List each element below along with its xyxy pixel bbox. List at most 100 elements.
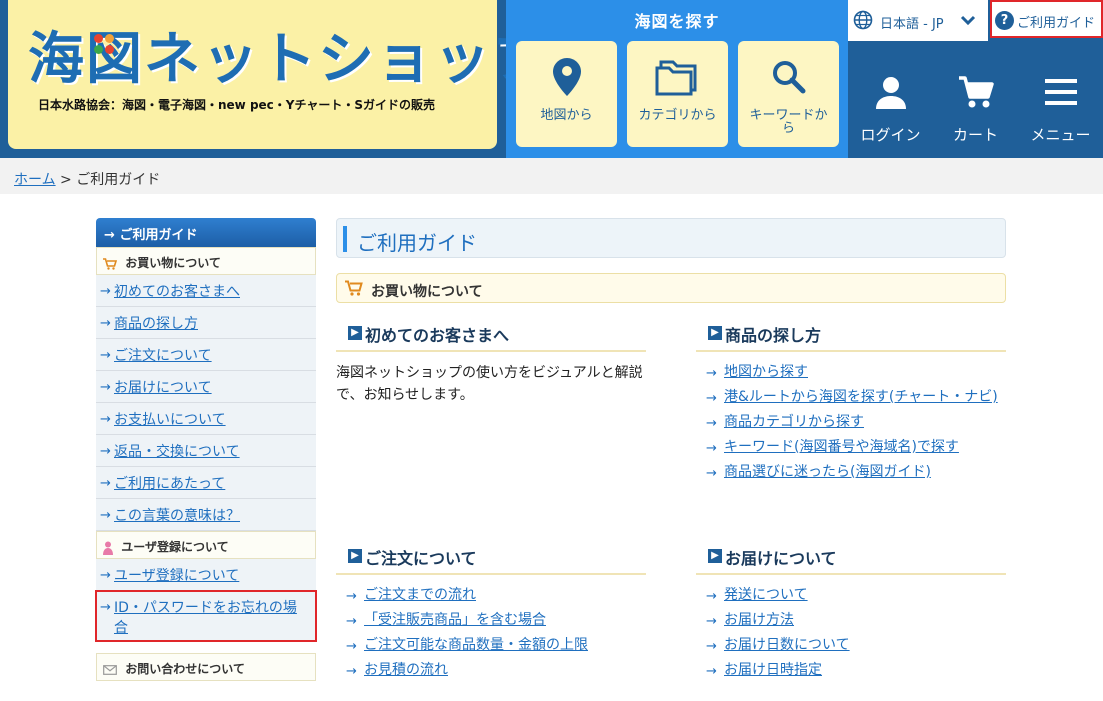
link-text: 港&ルートから海図を探す(チャート・ナビ)	[724, 389, 998, 405]
sidebar-item-payment[interactable]: → お支払いについて	[96, 403, 316, 435]
link-text: キーワード(海図番号や海域名)で探す	[724, 439, 959, 455]
page-title-text: ご利用ガイド	[357, 231, 477, 255]
block-first-time: ▶ 初めてのお客さまへ 海図ネットショップの使い方をビジュアルと解説で、お知らせ…	[336, 318, 646, 406]
search-by-map-button[interactable]: 地図から	[516, 41, 617, 147]
link-quote-flow[interactable]: → お見積の流れ	[336, 660, 646, 681]
arrow-right-icon: ▶	[708, 549, 722, 563]
link-text: 「受注販売商品」を含む場合	[364, 612, 546, 628]
person-icon	[103, 541, 113, 555]
block-heading[interactable]: ▶ 商品の探し方	[696, 318, 1006, 352]
sidebar-title-text: ご利用ガイド	[119, 228, 198, 243]
arrow-right-icon: →	[346, 639, 357, 654]
block-heading[interactable]: ▶ お届けについて	[696, 541, 1006, 575]
search-by-keyword-label: キーワードから	[749, 108, 828, 136]
link-chart-guide[interactable]: → 商品選びに迷ったら(海図ガイド)	[696, 462, 1006, 483]
sidebar-item-find-products[interactable]: → 商品の探し方	[96, 307, 316, 339]
cart-button[interactable]: カート	[933, 70, 1018, 150]
link-made-to-order[interactable]: → 「受注販売商品」を含む場合	[336, 610, 646, 631]
sidebar-item-label: ご注文について	[114, 348, 212, 364]
language-label: 日本語 - JP	[880, 17, 944, 32]
mail-icon	[103, 664, 117, 675]
arrow-right-icon: →	[346, 589, 357, 604]
language-selector[interactable]: 日本語 - JP	[848, 0, 988, 41]
sidebar-item-forgot-password[interactable]: → ID・パスワードをお忘れの場合	[95, 590, 317, 642]
block-heading-text: お届けについて	[725, 549, 837, 568]
arrow-right-icon: →	[706, 664, 717, 679]
sidebar-item-first-time[interactable]: → 初めてのお客さまへ	[96, 275, 316, 307]
link-shipping[interactable]: → 発送について	[696, 585, 1006, 606]
search-area: 海図を探す 地図から カテゴリから キーワードから	[506, 0, 848, 158]
breadcrumb-home[interactable]: ホーム	[14, 172, 56, 188]
link-order-limits[interactable]: → ご注文可能な商品数量・金額の上限	[336, 635, 646, 656]
site-logo[interactable]: 海図ネットショップ 日本水路協会：海図・電子海図・new pec・Yチャート・S…	[8, 0, 548, 149]
search-by-category-label: カテゴリから	[638, 108, 717, 123]
arrow-right-icon: ▶	[348, 326, 362, 340]
link-text: 商品カテゴリから探す	[724, 414, 864, 430]
block-heading[interactable]: ▶ 初めてのお客さまへ	[336, 318, 646, 352]
link-text: お届け日数について	[724, 637, 850, 653]
arrow-right-icon: →	[706, 366, 717, 381]
link-order-flow[interactable]: → ご注文までの流れ	[336, 585, 646, 606]
link-text: ご注文可能な商品数量・金額の上限	[364, 637, 588, 653]
map-pin-icon	[516, 55, 617, 99]
sidebar: → ご利用ガイド お買い物について → 初めてのお客さまへ → 商品の探し方 → ご注…	[95, 218, 317, 681]
folder-icon	[627, 55, 728, 99]
link-category-search[interactable]: → 商品カテゴリから探す	[696, 412, 1006, 433]
link-map-search[interactable]: → 地図から探す	[696, 362, 1006, 383]
arrow-right-icon: →	[104, 228, 115, 243]
sidebar-item-label: この言葉の意味は？	[114, 508, 240, 524]
cart-icon	[933, 70, 1018, 114]
sidebar-section-label: お買い物について	[125, 256, 221, 270]
arrow-right-icon: →	[706, 391, 717, 406]
breadcrumb-current: ご利用ガイド	[76, 172, 161, 188]
link-text: ご注文までの流れ	[364, 587, 476, 603]
help-icon: ?	[995, 11, 1014, 30]
sidebar-item-returns[interactable]: → 返品・交換について	[96, 435, 316, 467]
menu-button[interactable]: メニュー	[1018, 70, 1103, 150]
search-by-category-button[interactable]: カテゴリから	[627, 41, 728, 147]
link-delivery-method[interactable]: → お届け方法	[696, 610, 1006, 631]
block-find-products: ▶ 商品の探し方 → 地図から探す → 港&ルートから海図を探す(チャート・ナビ) …	[696, 318, 1006, 487]
arrow-right-icon: →	[100, 444, 111, 459]
login-button[interactable]: ログイン	[848, 70, 933, 150]
breadcrumb: ホーム > ご利用ガイド	[0, 158, 1103, 194]
sidebar-title[interactable]: → ご利用ガイド	[96, 218, 316, 247]
link-keyword-search[interactable]: → キーワード(海図番号や海域名)で探す	[696, 437, 1006, 458]
page-title: ご利用ガイド	[336, 218, 1006, 258]
link-text: お届け日時指定	[724, 662, 822, 678]
link-chart-navi[interactable]: → 港&ルートから海図を探す(チャート・ナビ)	[696, 387, 1006, 408]
sidebar-item-delivery[interactable]: → お届けについて	[96, 371, 316, 403]
arrow-right-icon: →	[346, 614, 357, 629]
block-heading[interactable]: ▶ ご注文について	[336, 541, 646, 575]
cart-label: カート	[952, 126, 998, 144]
menu-label: メニュー	[1030, 126, 1091, 144]
link-delivery-days[interactable]: → お届け日数について	[696, 635, 1006, 656]
globe-icon	[853, 10, 873, 30]
sidebar-section-label: お問い合わせについて	[125, 662, 245, 676]
search-by-keyword-button[interactable]: キーワードから	[738, 41, 839, 147]
link-delivery-time[interactable]: → お届け日時指定	[696, 660, 1006, 681]
arrow-right-icon: →	[100, 316, 111, 331]
arrow-right-icon: →	[100, 476, 111, 491]
sidebar-section-shopping: お買い物について	[96, 247, 316, 275]
sidebar-section-contact: お問い合わせについて	[96, 653, 316, 681]
login-label: ログイン	[860, 126, 921, 144]
link-list: → ご注文までの流れ → 「受注販売商品」を含む場合 → ご注文可能な商品数量・金額の…	[336, 585, 646, 681]
arrow-right-icon: →	[100, 348, 111, 363]
link-list: → 発送について → お届け方法 → お届け日数について → お届け日時指定	[696, 585, 1006, 681]
arrow-right-icon: →	[706, 416, 717, 431]
user-icon	[848, 70, 933, 114]
sidebar-item-glossary[interactable]: → この言葉の意味は？	[96, 499, 316, 531]
search-icon	[738, 55, 839, 99]
link-text: 商品選びに迷ったら(海図ガイド)	[724, 464, 931, 480]
sidebar-item-ordering[interactable]: → ご注文について	[96, 339, 316, 371]
guide-link[interactable]: ? ご利用ガイド	[990, 0, 1103, 38]
sidebar-item-usage[interactable]: → ご利用にあたって	[96, 467, 316, 499]
site-header: 海図ネットショップ 日本水路協会：海図・電子海図・new pec・Yチャート・S…	[0, 0, 1103, 158]
arrow-right-icon: ▶	[708, 326, 722, 340]
sidebar-section-user-registration: ユーザ登録について	[96, 531, 316, 559]
sidebar-item-user-registration[interactable]: → ユーザ登録について	[96, 559, 316, 591]
sidebar-item-label: 初めてのお客さまへ	[114, 284, 240, 300]
section-title-text: お買い物について	[371, 284, 483, 300]
sidebar-item-label: ID・パスワードをお忘れの場合	[114, 600, 297, 636]
